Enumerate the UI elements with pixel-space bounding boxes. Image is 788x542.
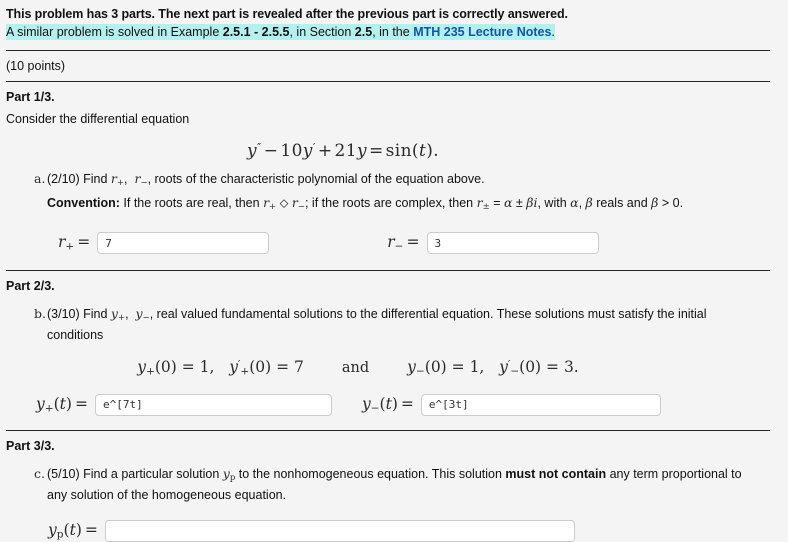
question-a-text: (2/10) Find r+, r−, roots of the charact… (47, 170, 485, 188)
part-3-answer-row: yp(t) = (6, 504, 770, 542)
question-a-convention: Convention: If the roots are real, then … (47, 194, 684, 213)
question-a-label: a. (34, 170, 46, 186)
question-c: c. (5/10) Find a particular solution yp … (6, 456, 770, 504)
similar-prefix: A similar problem is solved in Example (6, 25, 223, 39)
lecture-notes-link[interactable]: MTH 235 Lecture Notes (413, 25, 551, 39)
y-plus-input[interactable] (94, 393, 332, 416)
r-plus-input[interactable] (97, 232, 270, 255)
y-particular-input[interactable] (104, 519, 575, 542)
part-1-intro: Consider the differential equation (6, 112, 190, 126)
part-3-title: Part 3/3. (6, 438, 55, 453)
r-minus-label: r− = (387, 233, 420, 253)
problem-page: This problem has 3 parts. The next part … (0, 0, 788, 542)
must-not-contain-emphasis: must not contain (505, 466, 607, 481)
part-2-title: Part 2/3. (6, 279, 55, 294)
y-minus-input[interactable] (420, 393, 661, 416)
similar-mid2: , in the (372, 25, 414, 39)
question-b-text: (3/10) Find y+, y−, real valued fundamen… (47, 306, 707, 324)
similar-end: . (551, 25, 555, 39)
part-1-answer-row: r+= r−= (6, 216, 770, 255)
header-block: This problem has 3 parts. The next part … (0, 0, 788, 40)
part-3-section: Part 3/3. c. (5/10) Find a particular so… (0, 431, 788, 542)
convention-label: Convention: (47, 195, 120, 210)
part-2-answer-row: y+(t)= y−(t)= (6, 378, 770, 416)
y-minus-label: y−(t) = (361, 395, 414, 415)
section-number: 2.5 (354, 25, 373, 39)
question-c-text-line2: any solution of the homogeneous equation… (47, 487, 287, 502)
question-c-label: c. (34, 465, 45, 481)
r-plus-label: r+ = (58, 233, 91, 253)
similar-mid: , in Section (289, 25, 355, 39)
part-2-section: Part 2/3. b. (3/10) Find y+, y−, real va… (0, 271, 788, 416)
initial-conditions-equation: y+(0) = 1, y′+(0) = 7 and y−(0) = 1, y′−(0… (137, 358, 579, 378)
part-1-section: Part 1/3. Consider the differential equa… (0, 82, 788, 255)
question-c-text: (5/10) Find a particular solution yp to … (47, 465, 742, 483)
points-label: (10 points) (6, 59, 66, 73)
differential-equation: y″ −10y′ +21y = sin(t). (246, 140, 440, 161)
example-range: 2.5.1 - 2.5.5 (222, 25, 290, 39)
similar-problem-line: A similar problem is solved in Example 2… (6, 24, 770, 40)
question-b: b. (3/10) Find y+, y−, real valued funda… (6, 296, 770, 344)
r-minus-input[interactable] (426, 232, 599, 255)
question-a: a. (2/10) Find r+, r−, roots of the char… (6, 161, 770, 216)
y-plus-label: y+(t) = (36, 395, 88, 415)
intro-text: This problem has 3 parts. The next part … (6, 7, 568, 21)
question-b-text-line2: conditions (47, 328, 104, 343)
part-1-title: Part 1/3. (6, 90, 55, 104)
question-b-label: b. (34, 306, 46, 322)
